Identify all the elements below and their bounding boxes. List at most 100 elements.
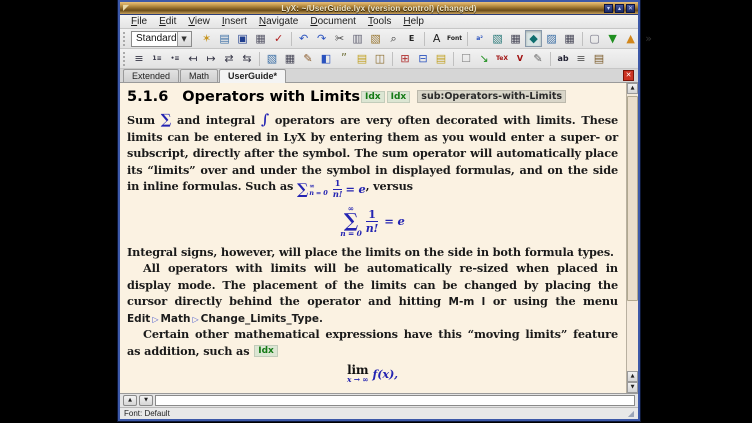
find-replace-icon: ⌕ bbox=[391, 33, 397, 44]
insert-table-button[interactable]: ▦ bbox=[507, 30, 524, 47]
dashed-box-button[interactable]: ☐ bbox=[458, 50, 475, 67]
toolbar-separator bbox=[392, 52, 393, 66]
tab-close-icon[interactable]: ✕ bbox=[623, 70, 634, 81]
footnote-button[interactable]: ✎ bbox=[300, 50, 317, 67]
scroll-down-icon[interactable]: ▼ bbox=[627, 382, 638, 393]
depth-minus-icon: ⇆ bbox=[242, 53, 251, 64]
pencil-button[interactable]: ✎ bbox=[530, 50, 547, 67]
menu-file[interactable]: File bbox=[125, 15, 153, 28]
minipage-icon: ▤ bbox=[436, 53, 446, 64]
new-document-button[interactable]: ✶ bbox=[198, 30, 215, 47]
display-formula-sum[interactable]: ∞∑n = 0 1n! = e bbox=[127, 205, 618, 238]
depth-minus-button[interactable]: ⇆ bbox=[239, 50, 256, 67]
document-content[interactable]: 5.1.6Operators with LimitsIdxIdx sub:Ope… bbox=[120, 83, 626, 393]
label-inset-badge[interactable]: sub:Operators-with-Limits bbox=[417, 90, 566, 103]
find-replace-button[interactable]: ⌕ bbox=[385, 30, 402, 47]
scrollbar-track[interactable] bbox=[627, 94, 638, 371]
math-panel-button[interactable]: ◆ bbox=[525, 30, 542, 47]
numbered-list-button[interactable]: 1≡ bbox=[149, 50, 166, 67]
maximize-button[interactable]: ▴ bbox=[615, 4, 624, 13]
font-dialog-button[interactable]: Font bbox=[446, 30, 463, 47]
insert-figure-button[interactable]: ▧ bbox=[264, 50, 281, 67]
titlebar[interactable]: ◤ LyX: ~/UserGuide.lyx (version control)… bbox=[120, 2, 638, 15]
href-button[interactable]: ⊟ bbox=[415, 50, 432, 67]
scroll-up-icon[interactable]: ▲ bbox=[627, 83, 638, 94]
paragraph-settings-button[interactable]: ≡ bbox=[573, 50, 590, 67]
insert-graphics-button[interactable]: ▧ bbox=[489, 30, 506, 47]
minimize-button[interactable]: ▾ bbox=[604, 4, 613, 13]
paragraph: which will place the x → ∞ underneath th… bbox=[127, 390, 618, 393]
chevron-down-icon[interactable]: ▼ bbox=[177, 32, 191, 46]
history-up-icon[interactable]: ▲ bbox=[123, 395, 137, 406]
decrease-indent-button[interactable]: ↤ bbox=[185, 50, 202, 67]
paragraph-style-button[interactable]: ≡ bbox=[131, 50, 148, 67]
citation-button[interactable]: ” bbox=[336, 50, 353, 67]
menu-view[interactable]: View bbox=[182, 15, 216, 28]
menu-edit[interactable]: Edit bbox=[153, 15, 182, 28]
vertical-scrollbar[interactable]: ▲ ▲ ▼ bbox=[626, 83, 638, 393]
font-dialog-icon: Font bbox=[447, 33, 462, 44]
scrollbar-thumb[interactable] bbox=[627, 96, 638, 301]
menu-arrow-icon: ▷ bbox=[191, 315, 201, 324]
minipage-button[interactable]: ▤ bbox=[433, 50, 450, 67]
layout-combo-value: Standard bbox=[132, 33, 177, 44]
command-buffer-input[interactable] bbox=[155, 395, 635, 406]
bullet-list-button[interactable]: •≡ bbox=[167, 50, 184, 67]
include-file-button[interactable]: ▢ bbox=[586, 30, 603, 47]
print-button[interactable]: ▦ bbox=[252, 30, 269, 47]
label-button[interactable]: ◫ bbox=[372, 50, 389, 67]
index-inset-badge[interactable]: Idx bbox=[254, 345, 278, 357]
toolbar-overflow-button[interactable]: » bbox=[640, 30, 657, 47]
depth-plus-button[interactable]: ⇄ bbox=[221, 50, 238, 67]
version-control-button[interactable]: V bbox=[512, 50, 529, 67]
scroll-up2-icon[interactable]: ▲ bbox=[627, 371, 638, 382]
save-button[interactable]: ▣ bbox=[234, 30, 251, 47]
increase-indent-button[interactable]: ↦ bbox=[203, 50, 220, 67]
undo-button[interactable]: ↶ bbox=[295, 30, 312, 47]
tab-userguide[interactable]: UserGuide* bbox=[219, 69, 286, 83]
paragraph: Sum ∑ and integral ∫ operators are very … bbox=[127, 112, 618, 200]
copy-icon: ▥ bbox=[352, 33, 362, 44]
text-style-button[interactable]: ab bbox=[555, 50, 572, 67]
menu-tools[interactable]: Tools bbox=[362, 15, 397, 28]
url-button[interactable]: ⊞ bbox=[397, 50, 414, 67]
index-inset-badge[interactable]: Idx bbox=[387, 91, 411, 103]
redo-button[interactable]: ↷ bbox=[313, 30, 330, 47]
menu-document[interactable]: Document bbox=[304, 15, 362, 28]
citation-icon: ” bbox=[341, 53, 347, 64]
layout-combo[interactable]: Standard ▼ bbox=[131, 31, 192, 47]
margin-note-button[interactable]: ◧ bbox=[318, 50, 335, 67]
menu-help[interactable]: Help bbox=[397, 15, 430, 28]
history-down-icon[interactable]: ▼ bbox=[139, 395, 153, 406]
open-book-button[interactable]: ▤ bbox=[591, 50, 608, 67]
insert-float-button[interactable]: ▨ bbox=[543, 30, 560, 47]
close-button[interactable]: ✕ bbox=[626, 4, 635, 13]
tab-extended[interactable]: Extended bbox=[123, 69, 179, 82]
note-button[interactable]: ▤ bbox=[354, 50, 371, 67]
insert-table2-button[interactable]: ▦ bbox=[282, 50, 299, 67]
insert-table2-icon: ▦ bbox=[285, 53, 295, 64]
include-doc-button[interactable]: ↘ bbox=[476, 50, 493, 67]
index-inset-badge[interactable]: Idx bbox=[361, 91, 385, 103]
math-script-button[interactable]: a² bbox=[471, 30, 488, 47]
navigate-up-button[interactable]: ▲ bbox=[622, 30, 639, 47]
menu-insert[interactable]: Insert bbox=[216, 15, 253, 28]
navigate-down-button[interactable]: ▼ bbox=[604, 30, 621, 47]
emphasis-button[interactable]: E bbox=[403, 30, 420, 47]
open-document-button[interactable]: ▤ bbox=[216, 30, 233, 47]
math-panel-icon: ◆ bbox=[529, 33, 537, 44]
resize-grip[interactable]: ◢ bbox=[628, 410, 634, 418]
noun-style-button[interactable]: A bbox=[428, 30, 445, 47]
inline-formula-sum[interactable]: ∑∞n = 01n!= e bbox=[297, 180, 366, 200]
toolbar-drag-handle[interactable] bbox=[123, 32, 125, 46]
spellcheck-button[interactable]: ✓ bbox=[270, 30, 287, 47]
tab-math[interactable]: Math bbox=[180, 69, 218, 82]
toolbar-drag-handle-2[interactable] bbox=[123, 52, 127, 66]
display-formula-lim[interactable]: limx → ∞ f(x), bbox=[127, 364, 618, 384]
menu-navigate[interactable]: Navigate bbox=[253, 15, 304, 28]
tex-code-button[interactable]: TeX bbox=[494, 50, 511, 67]
copy-button[interactable]: ▥ bbox=[349, 30, 366, 47]
paste-button[interactable]: ▧ bbox=[367, 30, 384, 47]
table-settings-button[interactable]: ▦ bbox=[561, 30, 578, 47]
cut-button[interactable]: ✂ bbox=[331, 30, 348, 47]
